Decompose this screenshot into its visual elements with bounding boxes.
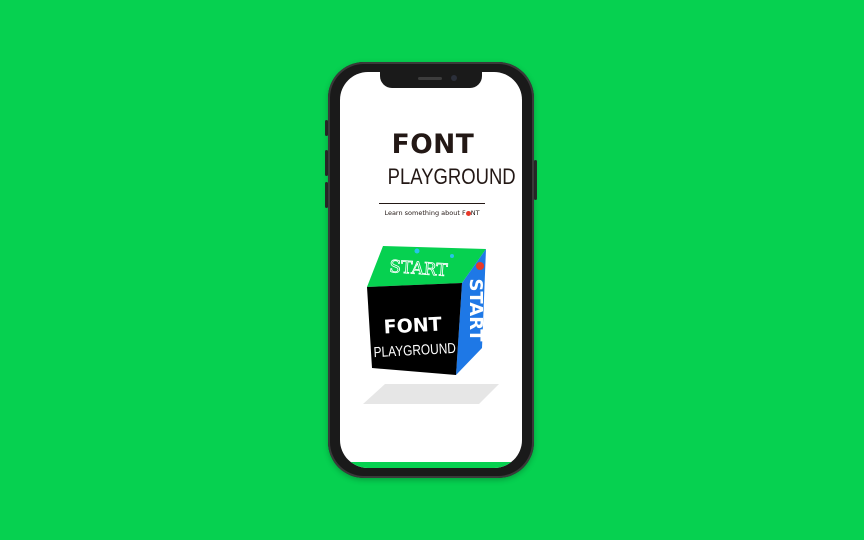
tagline-prefix: Learn something about F [384, 209, 466, 217]
cube-side-label[interactable]: START [465, 278, 486, 342]
logo-title: FONT [391, 129, 475, 160]
start-cube[interactable]: START START FONT PLAYGROUND [360, 242, 506, 408]
side-red-dot-icon [476, 262, 484, 270]
logo-divider [379, 203, 485, 204]
power-button [534, 160, 537, 200]
front-camera [451, 75, 457, 81]
bottom-strip [340, 462, 522, 468]
top-face-dot-small-icon [450, 254, 454, 258]
cube-front-title: FONT [383, 314, 442, 339]
tagline-suffix: NT [470, 209, 480, 217]
cube-shadow [363, 384, 499, 404]
cube-top-label: START [389, 257, 449, 281]
phone-notch [380, 72, 482, 88]
logo-subtitle: PLAYGROUND [387, 164, 516, 189]
speaker-grille [418, 77, 442, 80]
top-face-dot-icon [414, 248, 420, 254]
tagline: Learn something about F NT [379, 208, 485, 218]
